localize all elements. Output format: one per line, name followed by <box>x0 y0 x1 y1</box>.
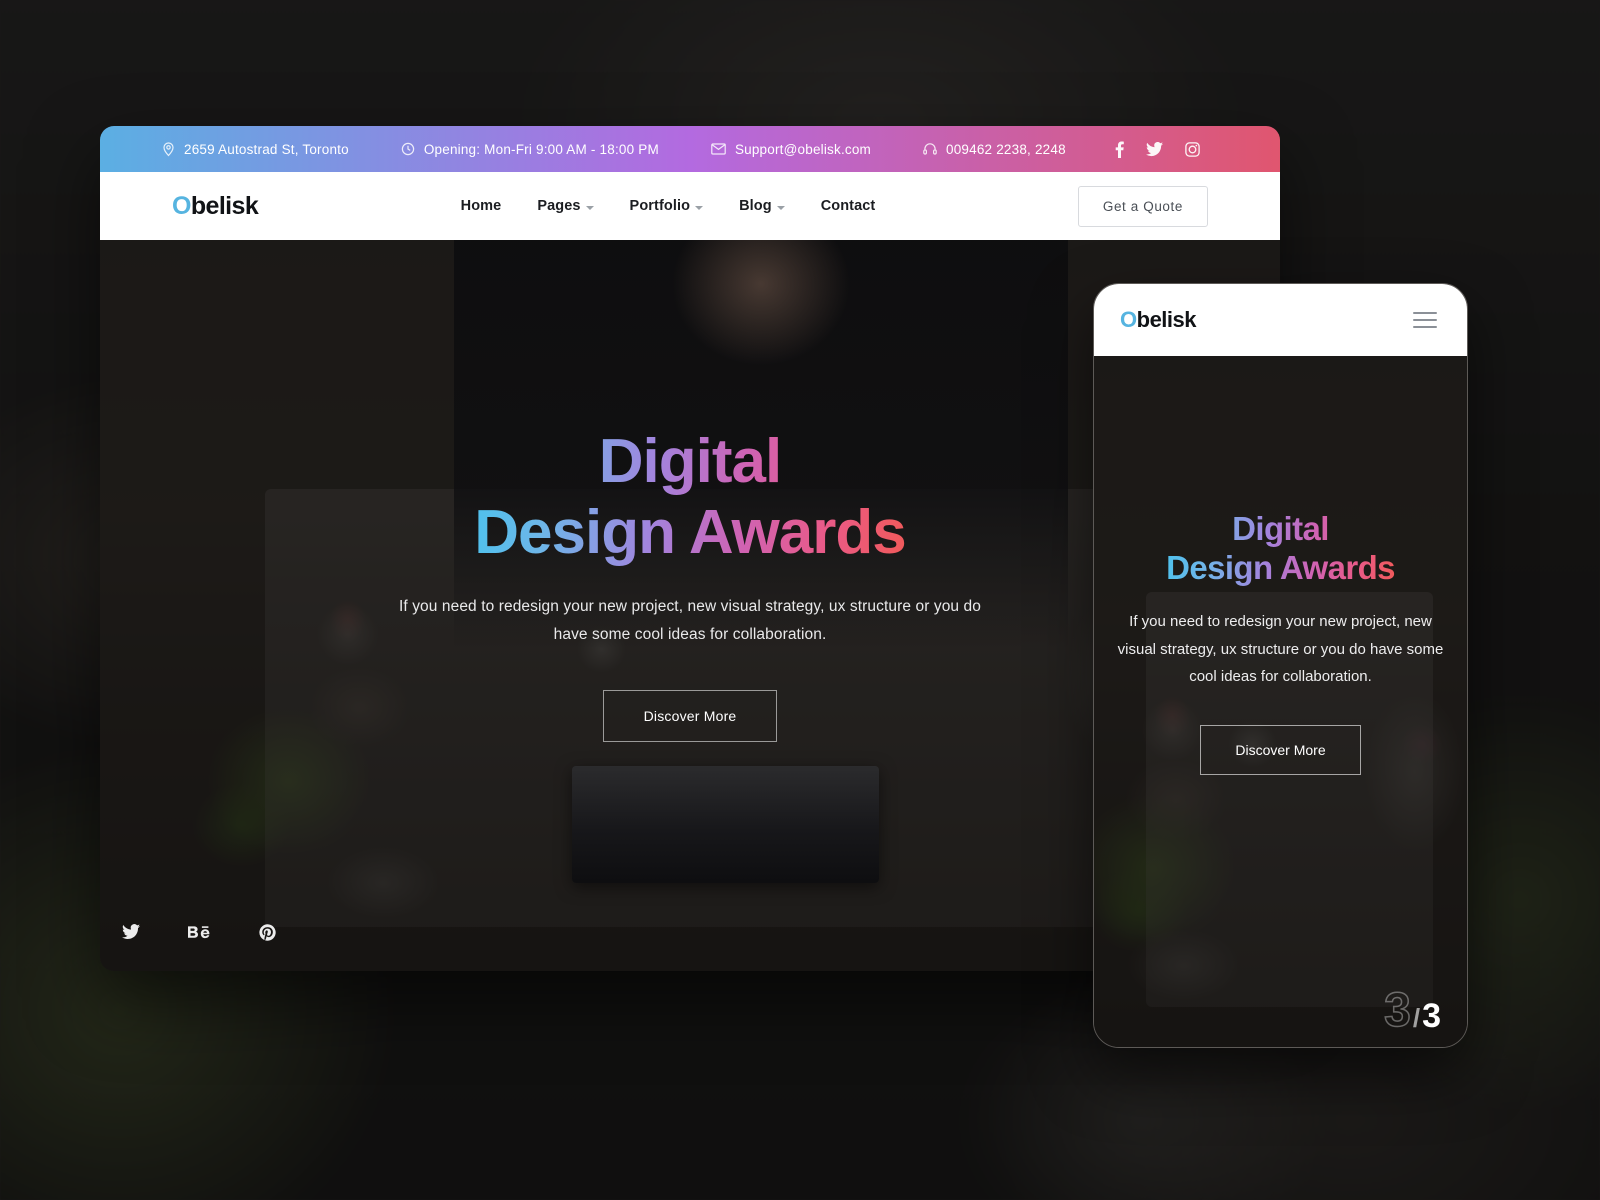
pinterest-icon[interactable] <box>250 915 284 949</box>
screenshot-stage: 2659 Autostrad St, Toronto Opening: Mon-… <box>0 0 1600 1200</box>
nav-item-home-label: Home <box>460 198 502 214</box>
mobile-hero-title-line-2: Design Awards <box>1166 548 1395 586</box>
hamburger-line <box>1413 312 1437 314</box>
envelope-icon <box>711 143 726 155</box>
topbar-phone[interactable]: 009462 2238, 2248 <box>923 142 1066 157</box>
mobile-hero-section: Digital Design Awards If you need to red… <box>1094 356 1467 1047</box>
chevron-down-icon <box>585 205 594 210</box>
twitter-icon[interactable] <box>1146 141 1163 157</box>
hamburger-menu-icon[interactable] <box>1409 308 1441 332</box>
chevron-down-icon <box>776 205 785 210</box>
mobile-mockup: Obelisk Digital Design Awards If you nee… <box>1093 283 1468 1048</box>
headset-icon <box>923 142 937 156</box>
slide-counter-current: 3 <box>1383 984 1411 1037</box>
nav-item-home[interactable]: Home <box>461 198 502 214</box>
topbar-phone-text: 009462 2238, 2248 <box>946 141 1066 157</box>
mobile-navigation-bar: Obelisk <box>1094 284 1467 356</box>
nav-item-contact[interactable]: Contact <box>821 198 876 214</box>
main-navigation-bar: Obelisk Home Pages Portfolio Blog Contac… <box>100 172 1280 240</box>
hamburger-line <box>1413 326 1437 328</box>
nav-item-portfolio-label: Portfolio <box>629 198 691 214</box>
twitter-icon[interactable] <box>114 915 148 949</box>
logo-accent-letter: O <box>172 191 191 220</box>
facebook-icon[interactable] <box>1115 141 1124 158</box>
topbar-opening-hours: Opening: Mon-Fri 9:00 AM - 18:00 PM <box>401 142 659 157</box>
mobile-logo-accent-letter: O <box>1120 307 1137 332</box>
nav-item-portfolio[interactable]: Portfolio <box>630 198 704 214</box>
hero-title-line-1: Digital <box>598 426 782 496</box>
top-utility-bar: 2659 Autostrad St, Toronto Opening: Mon-… <box>100 126 1280 172</box>
slide-counter-separator: / <box>1412 1003 1421 1033</box>
behance-icon[interactable] <box>182 915 216 949</box>
chevron-down-icon <box>695 205 704 210</box>
logo-text: belisk <box>190 191 259 220</box>
nav-item-contact-label: Contact <box>820 198 876 214</box>
hamburger-line <box>1413 319 1437 321</box>
get-a-quote-button[interactable]: Get a Quote <box>1077 185 1208 227</box>
topbar-address-text: 2659 Autostrad St, Toronto <box>184 141 349 157</box>
slide-counter-total: 3 <box>1422 997 1441 1035</box>
mobile-site-logo[interactable]: Obelisk <box>1120 307 1197 333</box>
topbar-social-links <box>1115 141 1262 158</box>
nav-item-pages[interactable]: Pages <box>537 198 594 214</box>
topbar-email[interactable]: Support@obelisk.com <box>711 142 871 157</box>
hero-paragraph: If you need to redesign your new project… <box>398 597 981 644</box>
site-logo[interactable]: Obelisk <box>172 191 259 221</box>
hero-title-line-2: Design Awards <box>474 497 906 567</box>
nav-item-pages-label: Pages <box>537 198 581 214</box>
mobile-hero-paragraph: If you need to redesign your new project… <box>1117 612 1444 686</box>
hero-title: Digital Design Awards <box>474 429 905 567</box>
topbar-opening-text: Opening: Mon-Fri 9:00 AM - 18:00 PM <box>423 141 659 157</box>
instagram-icon[interactable] <box>1185 141 1200 157</box>
nav-item-blog[interactable]: Blog <box>739 198 785 214</box>
mobile-discover-more-button[interactable]: Discover More <box>1200 725 1361 776</box>
nav-links: Home Pages Portfolio Blog Contact <box>461 198 876 214</box>
mobile-slide-counter: 3 / 3 <box>1383 984 1441 1037</box>
topbar-email-text: Support@obelisk.com <box>734 141 872 157</box>
mobile-hero-title-line-1: Digital <box>1232 509 1329 547</box>
topbar-address: 2659 Autostrad St, Toronto <box>162 142 349 157</box>
hero-discover-more-button[interactable]: Discover More <box>602 690 778 743</box>
clock-icon <box>401 142 415 156</box>
nav-item-blog-label: Blog <box>739 198 772 214</box>
mobile-hero-title: Digital Design Awards <box>1166 510 1395 588</box>
mobile-logo-text: belisk <box>1136 307 1197 332</box>
map-pin-icon <box>162 141 175 157</box>
hero-social-links <box>100 915 284 949</box>
